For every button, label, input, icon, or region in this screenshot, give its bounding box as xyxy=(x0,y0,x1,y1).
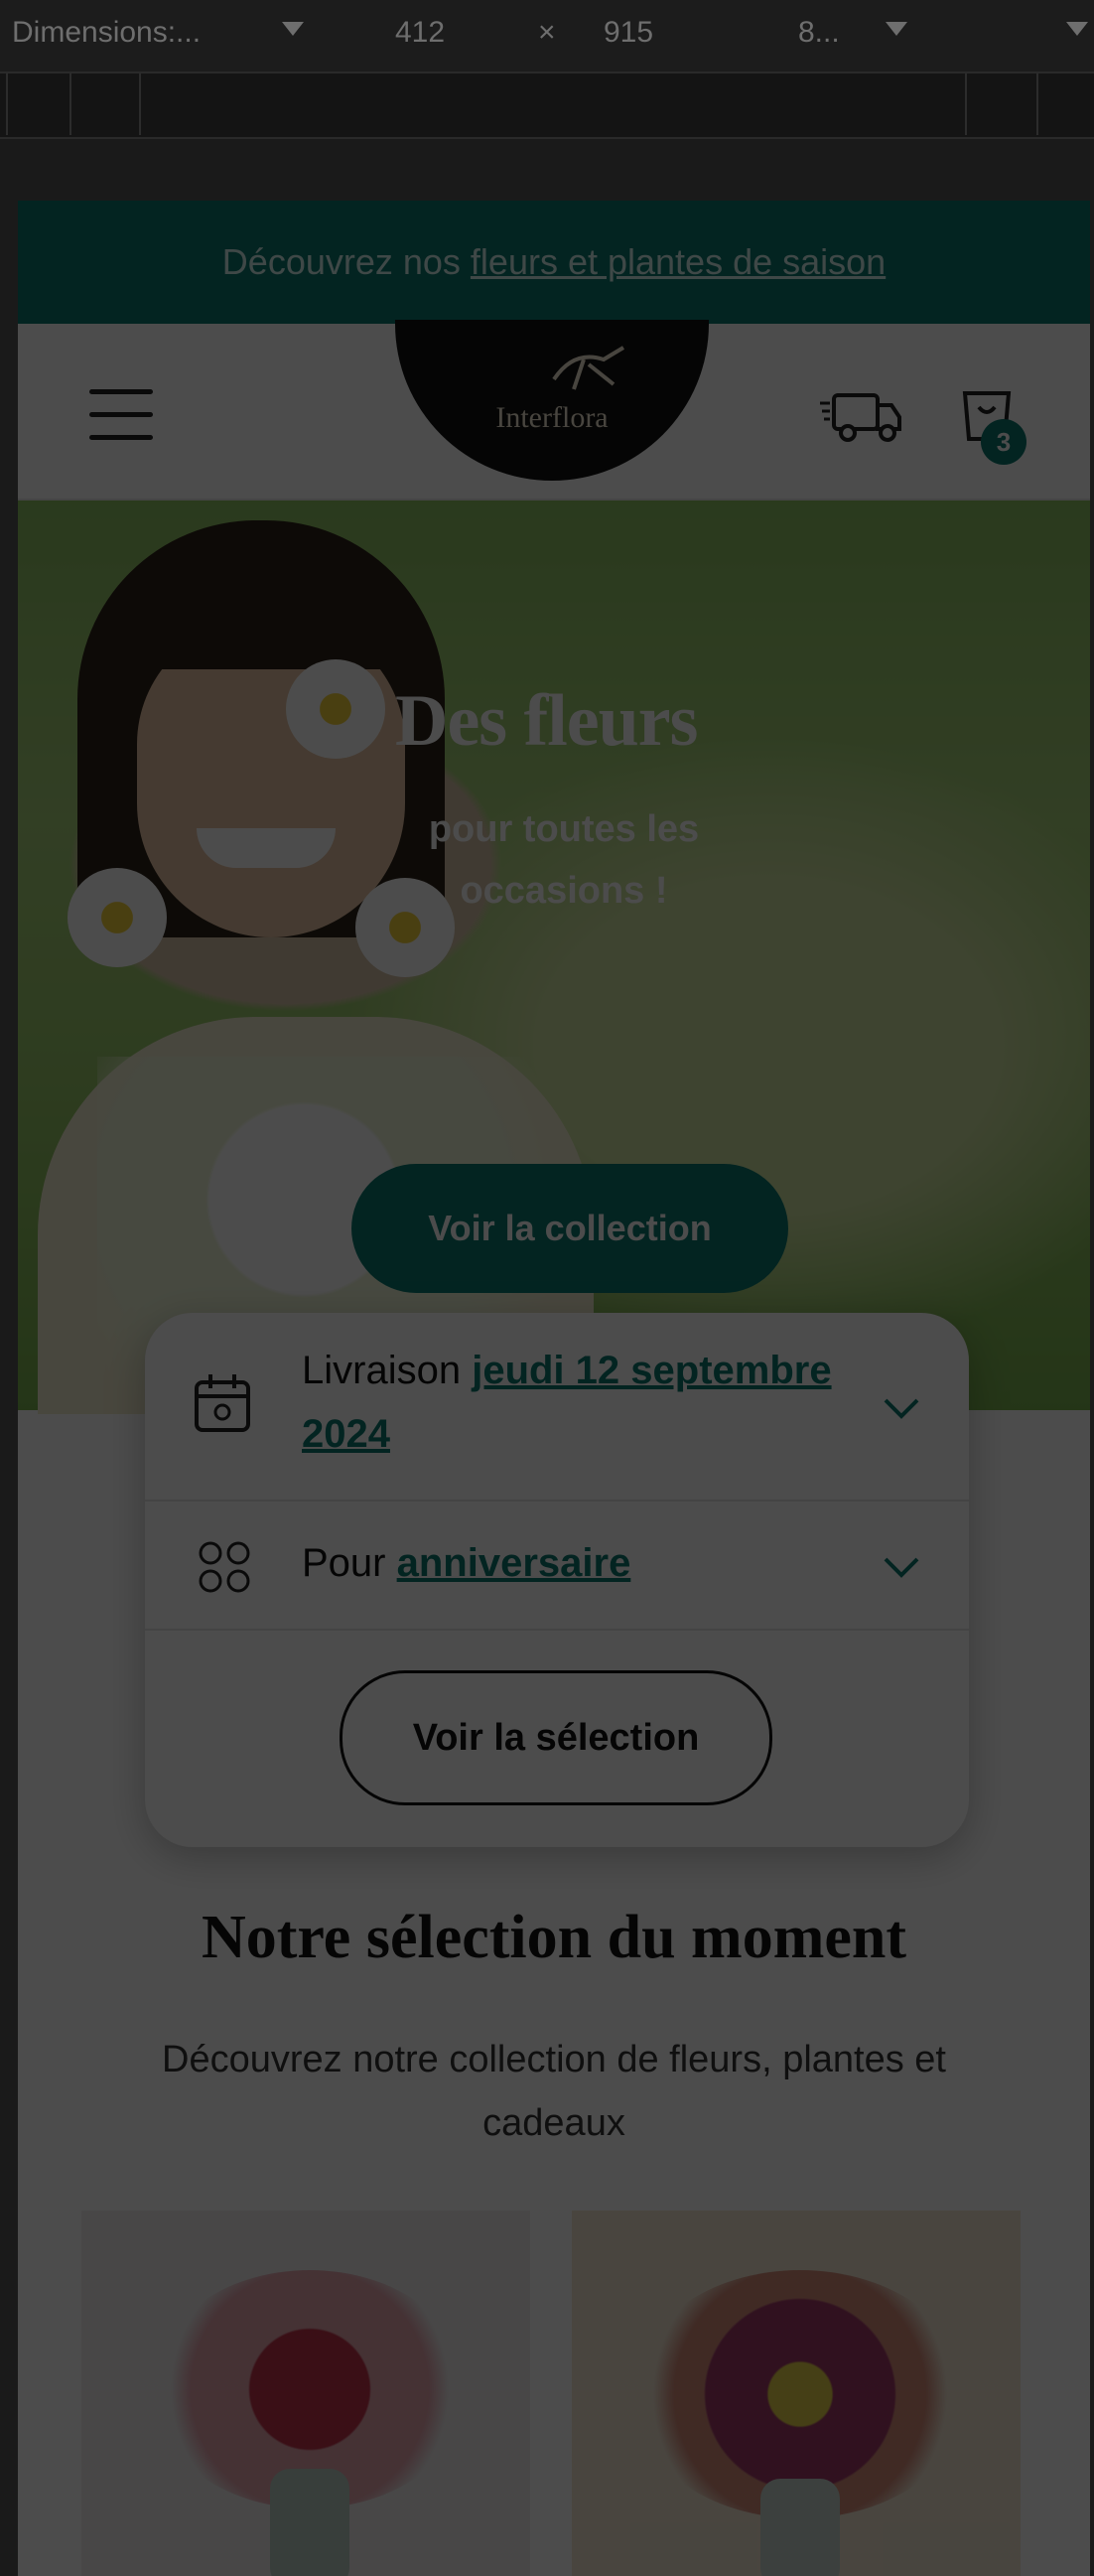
dimensions-select[interactable]: Dimensions:... xyxy=(12,16,201,50)
product-card[interactable] xyxy=(81,2211,530,2576)
media-query-ruler xyxy=(0,72,1094,139)
times-icon: × xyxy=(538,16,556,49)
product-card[interactable] xyxy=(572,2211,1021,2576)
cart-count-badge: 3 xyxy=(981,419,1026,465)
chevron-down-icon[interactable] xyxy=(886,22,907,36)
hero-banner: Des fleurs pour toutes les occasions ! V… xyxy=(18,501,1090,1414)
zoom-select[interactable]: 8... xyxy=(798,16,840,50)
daisy-flower-icon xyxy=(68,868,167,967)
hero-title: Des fleurs xyxy=(395,680,698,762)
viewport-width-field[interactable]: 412 xyxy=(395,16,445,50)
view-selection-button[interactable]: Voir la sélection xyxy=(340,1670,772,1805)
section-title: Notre sélection du moment xyxy=(201,1904,906,1971)
view-collection-button[interactable]: Voir la collection xyxy=(351,1164,788,1293)
delivery-truck-icon[interactable] xyxy=(820,389,903,445)
delivery-label: Livraison xyxy=(302,1349,462,1392)
chevron-down-icon[interactable] xyxy=(884,1396,919,1420)
mercury-icon xyxy=(552,346,625,390)
menu-icon[interactable] xyxy=(89,389,153,441)
section-subtitle: Découvrez notre collection de fleurs, pl… xyxy=(162,2039,946,2144)
devtools-toolbar: Dimensions:... 412 × 915 8... xyxy=(0,0,1094,72)
logo-text: Interflora xyxy=(495,401,609,434)
promo-banner: Découvrez nos fleurs et plantes de saiso… xyxy=(18,201,1090,324)
page-viewport: Découvrez nos fleurs et plantes de saiso… xyxy=(18,201,1090,2576)
promo-text: Découvrez nos xyxy=(221,241,461,282)
promo-link[interactable]: fleurs et plantes de saison xyxy=(471,241,886,283)
chevron-down-icon[interactable] xyxy=(282,22,304,36)
chevron-down-icon[interactable] xyxy=(884,1555,919,1579)
selection-card: Livraison jeudi 12 septembre 2024 Pour a… xyxy=(145,1313,969,1847)
hero-subtitle: pour toutes les occasions ! xyxy=(428,808,700,912)
calendar-icon xyxy=(195,1374,250,1432)
site-header: Interflora 3 xyxy=(18,320,1090,501)
flower-bouquet-icon xyxy=(199,1541,250,1593)
occasion-row[interactable]: Pour anniversaire xyxy=(145,1502,969,1631)
daisy-flower-icon xyxy=(286,659,385,759)
delivery-date-row[interactable]: Livraison jeudi 12 septembre 2024 xyxy=(145,1313,969,1502)
viewport-height-field[interactable]: 915 xyxy=(604,16,653,50)
more-options-chevron-icon[interactable] xyxy=(1066,22,1088,36)
occasion-link[interactable]: anniversaire xyxy=(397,1541,631,1585)
occasion-label: Pour xyxy=(302,1541,386,1585)
interflora-logo[interactable]: Interflora xyxy=(395,320,709,481)
